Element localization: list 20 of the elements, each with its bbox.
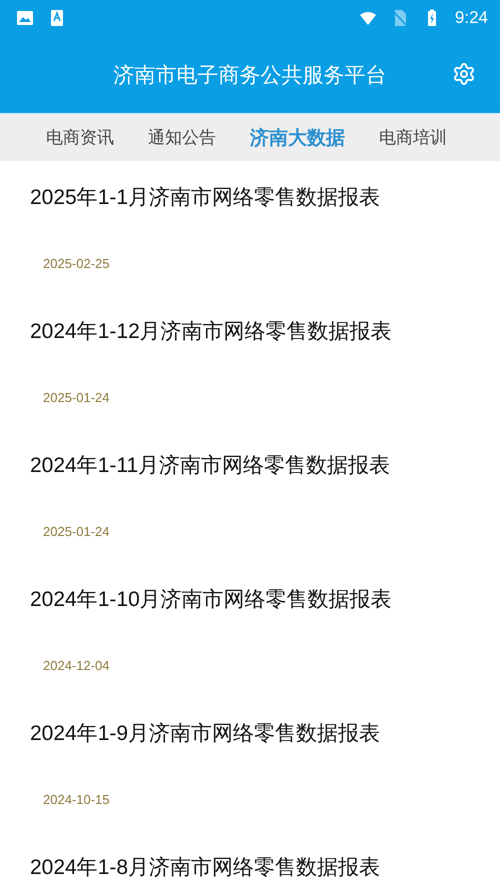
article-date: 2024-12-04 xyxy=(43,658,110,673)
article-date: 2025-01-24 xyxy=(43,390,110,405)
article-title[interactable]: 2024年1-8月济南市网络零售数据报表 xyxy=(30,853,500,881)
article-date: 2024-10-15 xyxy=(43,792,110,807)
article-title[interactable]: 2024年1-10月济南市网络零售数据报表 xyxy=(30,585,500,613)
image-icon xyxy=(16,9,34,27)
status-time: 9:24 xyxy=(454,8,488,28)
article-title[interactable]: 2024年1-12月济南市网络零售数据报表 xyxy=(30,317,500,345)
article-date: 2025-01-24 xyxy=(43,524,110,539)
article-date: 2025-02-25 xyxy=(43,256,110,271)
article-title[interactable]: 2024年1-9月济南市网络零售数据报表 xyxy=(30,719,500,747)
settings-icon[interactable] xyxy=(452,62,476,86)
text-icon xyxy=(48,9,66,27)
category-tab[interactable]: 电商培训 xyxy=(377,122,449,153)
app-title: 济南市电子商务公共服务平台 xyxy=(114,62,386,88)
wifi-icon xyxy=(358,9,377,27)
article-title[interactable]: 2024年1-11月济南市网络零售数据报表 xyxy=(30,451,500,479)
article-title[interactable]: 2025年1-1月济南市网络零售数据报表 xyxy=(30,183,500,211)
category-tab[interactable]: 通知公告 xyxy=(146,122,218,153)
category-tab[interactable]: 电商资讯 xyxy=(44,122,116,153)
